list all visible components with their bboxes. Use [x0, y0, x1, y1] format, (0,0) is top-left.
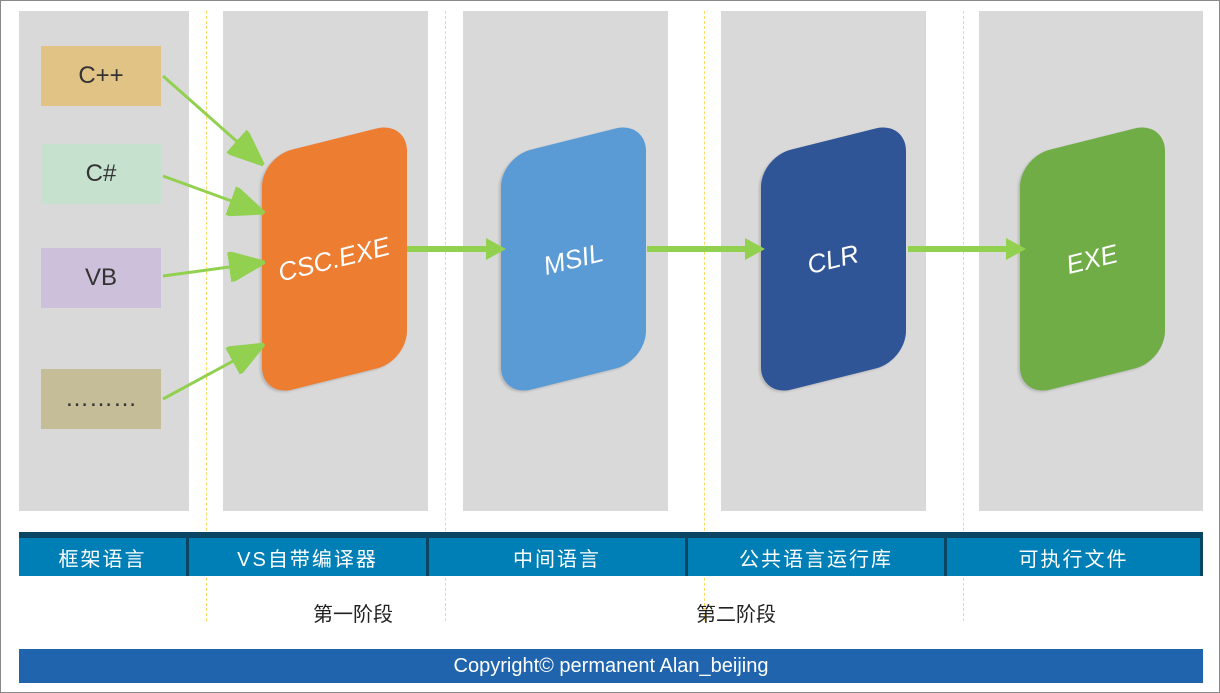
lang-box-vb: VB [41, 248, 161, 308]
arrow-stage-1-head [486, 238, 506, 260]
label-bar-4: 公共语言运行库 [688, 532, 947, 576]
column-label: VS自带编译器 [237, 543, 378, 572]
arrow-lang-1 [163, 76, 259, 161]
label-bar-1: 框架语言 [19, 532, 189, 576]
column-label: 框架语言 [59, 543, 147, 572]
lang-label: C++ [78, 62, 123, 90]
diagram-frame: C++ C# VB ……… CSC.EXE MSIL CLR EXE 框架语言 … [0, 0, 1220, 693]
stage-label: CLR [805, 238, 863, 281]
arrow-stage-2-head [745, 238, 765, 260]
phase-label-1: 第一阶段 [313, 598, 393, 627]
arrow-stage-1-line [407, 246, 486, 252]
divider-3 [704, 11, 705, 621]
lang-label: VB [85, 264, 117, 292]
stage-label: EXE [1064, 238, 1122, 281]
stage-exe: EXE [1020, 121, 1165, 397]
stage-msil: MSIL [501, 121, 646, 397]
label-bar-3: 中间语言 [429, 532, 688, 576]
arrow-stage-2-line [647, 246, 745, 252]
label-bar-5: 可执行文件 [947, 532, 1203, 576]
arrow-lang-2 [163, 176, 259, 211]
divider-2 [445, 11, 446, 621]
divider-4 [963, 11, 964, 621]
stage-label: MSIL [540, 237, 606, 282]
arrow-stage-3-line [908, 246, 1006, 252]
lang-box-cpp: C++ [41, 46, 161, 106]
column-label: 公共语言运行库 [739, 543, 893, 572]
stage-compiler: CSC.EXE [262, 121, 407, 397]
arrow-lang-4 [163, 347, 259, 399]
phase-label-2: 第二阶段 [696, 598, 776, 627]
footer-copyright: Copyright© permanent Alan_beijing [19, 649, 1203, 683]
arrow-stage-3-head [1006, 238, 1026, 260]
arrow-lang-3 [163, 263, 259, 276]
lang-box-csharp: C# [41, 144, 161, 204]
lang-arrows-group [159, 41, 279, 421]
lang-label: ……… [65, 385, 137, 413]
column-label: 中间语言 [513, 543, 601, 572]
column-label: 可执行文件 [1019, 543, 1129, 572]
lang-label: C# [86, 160, 117, 188]
label-bar-2: VS自带编译器 [189, 532, 429, 576]
lang-box-more: ……… [41, 369, 161, 429]
stage-label: CSC.EXE [275, 230, 393, 288]
stage-clr: CLR [761, 121, 906, 397]
